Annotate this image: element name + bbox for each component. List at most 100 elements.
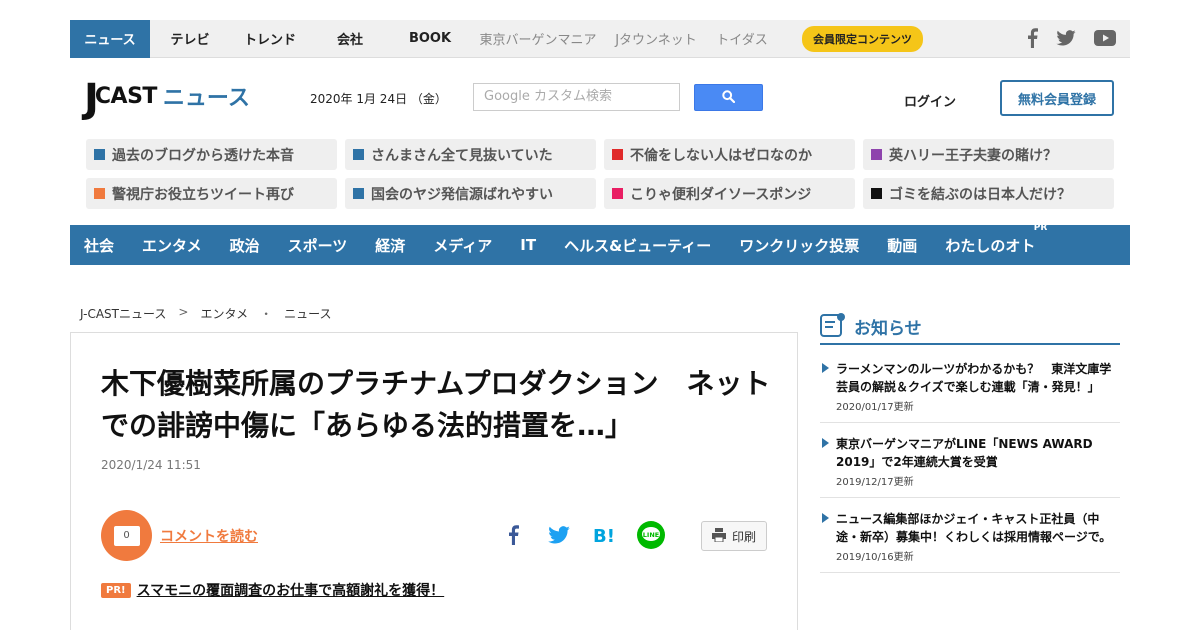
- twitter-icon[interactable]: [1056, 30, 1076, 46]
- notice-header: お知らせ: [820, 310, 1120, 345]
- breadcrumb-home[interactable]: J-CASTニュース: [80, 305, 166, 322]
- breadcrumb-sub[interactable]: ニュース: [284, 305, 331, 322]
- breadcrumb-section[interactable]: エンタメ: [200, 305, 248, 322]
- svg-text:LINE: LINE: [643, 531, 659, 539]
- topnav-book[interactable]: BOOK: [390, 20, 470, 58]
- topic-item[interactable]: 警視庁お役立ちツイート再び: [86, 178, 337, 209]
- comment-count-button[interactable]: 0: [101, 510, 152, 561]
- topic-item[interactable]: 過去のブログから透けた本音: [86, 139, 337, 170]
- category-video[interactable]: 動画: [887, 235, 917, 256]
- logo-news: ニュース: [162, 86, 250, 111]
- category-it[interactable]: IT: [520, 236, 536, 254]
- top-utility-bar: ニュース テレビ トレンド 会社 BOOK 東京バーゲンマニア Jタウンネット …: [70, 19, 1130, 58]
- topnav-company[interactable]: 会社: [310, 20, 390, 58]
- topic-label: さんまさん全て見抜いていた: [371, 147, 553, 164]
- topic-label: 警視庁お役立ちツイート再び: [112, 186, 294, 203]
- pr-badge: PR!: [101, 582, 131, 598]
- youtube-icon[interactable]: [1094, 30, 1116, 46]
- topic-marker: [353, 188, 364, 199]
- category-health-beauty[interactable]: ヘルス&ビューティー: [564, 235, 711, 256]
- social-links: [1026, 28, 1116, 48]
- topic-item[interactable]: ゴミを結ぶのは日本人だけ？: [863, 178, 1114, 209]
- topic-label: 不倫をしない人はゼロなのか: [630, 147, 812, 164]
- topic-label: ゴミを結ぶのは日本人だけ？: [889, 186, 1071, 203]
- notice-text: ラーメンマンのルーツがわかるかも？ 東洋文庫学芸員の解説＆クイズで楽しむ連載「清…: [836, 362, 1112, 394]
- category-one-click-poll[interactable]: ワンクリック投票: [739, 235, 859, 256]
- notice-date: 2019/10/16更新: [836, 552, 914, 563]
- category-media[interactable]: メディア: [433, 235, 492, 256]
- triangle-bullet-icon: [822, 438, 829, 448]
- member-content-badge[interactable]: 会員限定コンテンツ: [802, 25, 923, 52]
- topic-item[interactable]: 国会のヤジ発信源ばれやすい: [345, 178, 596, 209]
- site-logo[interactable]: J CAST ニュース: [84, 78, 284, 120]
- notice-title: お知らせ: [854, 319, 922, 339]
- topic-item[interactable]: さんまさん全て見抜いていた: [345, 139, 596, 170]
- topic-item[interactable]: こりゃ便利ダイソースポンジ: [604, 178, 855, 209]
- notice-item[interactable]: 東京バーゲンマニアがLINE「NEWS AWARD 2019」で2年連続大賞を受…: [820, 435, 1120, 498]
- topic-label: 過去のブログから透けた本音: [112, 147, 294, 164]
- svg-text:B!: B!: [593, 526, 615, 545]
- category-entertainment[interactable]: エンタメ: [142, 235, 202, 256]
- topic-marker: [353, 149, 364, 160]
- read-comments-link[interactable]: コメントを読む: [160, 526, 258, 546]
- notice-item[interactable]: ニュース編集部ほかジェイ・キャスト正社員（中途・新卒）募集中！くわしくは採用情報…: [820, 510, 1120, 573]
- topic-marker: [94, 149, 105, 160]
- article-timestamp: 2020/1/24 11:51: [101, 458, 201, 472]
- hatena-bookmark-icon[interactable]: B!: [591, 521, 619, 549]
- print-label: 印刷: [731, 529, 756, 544]
- topnav-bargain-mania[interactable]: 東京バーゲンマニア: [470, 20, 606, 58]
- facebook-share-icon[interactable]: [499, 521, 527, 549]
- topic-marker: [871, 149, 882, 160]
- topic-marker: [94, 188, 105, 199]
- category-sports[interactable]: スポーツ: [288, 235, 348, 256]
- topic-marker: [871, 188, 882, 199]
- facebook-icon[interactable]: [1026, 28, 1038, 48]
- pr-row: PR! スマモニの覆面調査のお仕事で高額謝礼を獲得！: [101, 580, 444, 600]
- line-share-icon[interactable]: LINE: [637, 521, 665, 549]
- trending-topics: 過去のブログから透けた本音 さんまさん全て見抜いていた 不倫をしない人はゼロなの…: [86, 139, 1114, 209]
- topic-item[interactable]: 英ハリー王子夫妻の賭け？: [863, 139, 1114, 170]
- category-my-oto-label: わたしのオト: [945, 236, 1036, 255]
- triangle-bullet-icon: [822, 513, 829, 523]
- article-title: 木下優樹菜所属のプラチナムプロダクション ネットでの誹謗中傷に「あらゆる法的措置…: [101, 367, 771, 442]
- print-button[interactable]: 印刷: [701, 521, 767, 551]
- category-nav: 社会 エンタメ 政治 スポーツ 経済 メディア IT ヘルス&ビューティー ワン…: [70, 223, 1130, 265]
- notice-date: 2020/01/17更新: [836, 402, 914, 413]
- share-buttons: B! LINE: [499, 521, 665, 549]
- category-economy[interactable]: 経済: [375, 235, 405, 256]
- search-input[interactable]: Google カスタム検索: [473, 83, 680, 111]
- article-card: 木下優樹菜所属のプラチナムプロダクション ネットでの誹謗中傷に「あらゆる法的措置…: [70, 332, 798, 630]
- logo-cast: CAST: [94, 83, 158, 109]
- topnav-tv[interactable]: テレビ: [150, 20, 230, 58]
- current-date: 2020年 1月 24日 （金）: [310, 92, 447, 106]
- topic-item[interactable]: 不倫をしない人はゼロなのか: [604, 139, 855, 170]
- topic-label: 国会のヤジ発信源ばれやすい: [371, 186, 553, 203]
- notice-text: ニュース編集部ほかジェイ・キャスト正社員（中途・新卒）募集中！くわしくは採用情報…: [836, 512, 1112, 544]
- breadcrumb-separator: >: [178, 305, 189, 319]
- category-society[interactable]: 社会: [84, 235, 114, 256]
- search-button[interactable]: [694, 84, 763, 111]
- notice-text: 東京バーゲンマニアがLINE「NEWS AWARD 2019」で2年連続大賞を受…: [836, 437, 1093, 469]
- topnav-trend[interactable]: トレンド: [230, 20, 310, 58]
- topic-label: こりゃ便利ダイソースポンジ: [630, 186, 812, 203]
- topnav-news[interactable]: ニュース: [70, 19, 150, 58]
- printer-icon: [711, 527, 726, 545]
- notice-icon: [820, 312, 846, 342]
- notice-item[interactable]: ラーメンマンのルーツがわかるかも？ 東洋文庫学芸員の解説＆クイズで楽しむ連載「清…: [820, 360, 1120, 423]
- breadcrumb-separator: ・: [260, 307, 273, 321]
- comment-bubble-icon: 0: [113, 525, 140, 546]
- pr-tag: PR: [1033, 222, 1048, 233]
- login-link[interactable]: ログイン: [904, 91, 956, 110]
- topic-marker: [612, 149, 623, 160]
- search-icon: [722, 88, 736, 107]
- triangle-bullet-icon: [822, 363, 829, 373]
- twitter-share-icon[interactable]: [545, 521, 573, 549]
- free-register-button[interactable]: 無料会員登録: [1000, 80, 1114, 116]
- topic-marker: [612, 188, 623, 199]
- pr-ad-link[interactable]: スマモニの覆面調査のお仕事で高額謝礼を獲得！: [137, 580, 445, 600]
- category-politics[interactable]: 政治: [230, 235, 260, 256]
- topnav-toidas[interactable]: トイダス: [706, 20, 778, 58]
- topnav-jtown[interactable]: Jタウンネット: [606, 20, 706, 58]
- category-my-oto[interactable]: わたしのオト PR: [945, 223, 1047, 256]
- breadcrumb: J-CASTニュース > エンタメ ・ ニュース: [80, 305, 332, 322]
